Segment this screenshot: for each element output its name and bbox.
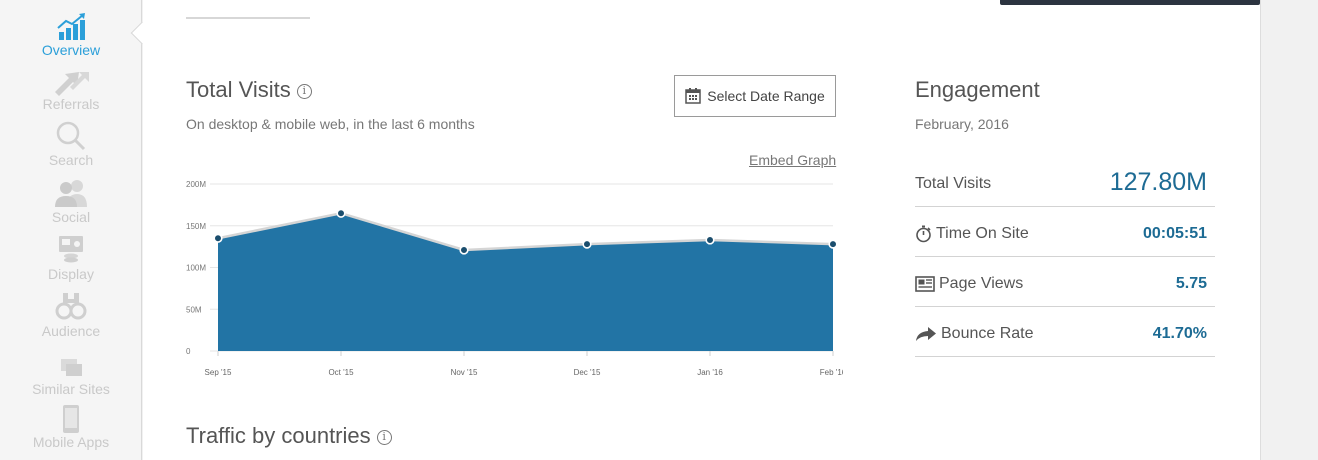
x-tick-label: Oct '15 bbox=[328, 368, 354, 377]
bar-chart-trend-icon bbox=[57, 13, 85, 40]
display-ad-icon bbox=[59, 236, 83, 263]
engagement-date: February, 2016 bbox=[915, 116, 1009, 132]
sidebar-item-label: Display bbox=[48, 266, 94, 282]
metric-value: 00:05:51 bbox=[1142, 225, 1207, 242]
total-visits-subtitle: On desktop & mobile web, in the last 6 m… bbox=[186, 116, 475, 132]
calendar-icon bbox=[685, 88, 701, 104]
data-point[interactable] bbox=[828, 239, 838, 249]
total-visits-title: Total Visits i bbox=[186, 77, 312, 103]
phone-icon bbox=[63, 405, 79, 433]
magnifier-icon bbox=[56, 121, 86, 151]
data-point[interactable] bbox=[336, 208, 346, 218]
sidebar-item-overview[interactable]: Overview bbox=[0, 12, 142, 58]
newspaper-icon bbox=[915, 276, 935, 292]
engagement-row-total-visits: Total Visits 127.80M bbox=[915, 157, 1215, 207]
metric-label: Page Views bbox=[939, 275, 1024, 292]
y-axis: 0 50M 100M 150M 200M bbox=[186, 180, 206, 356]
section-title: Traffic by countries bbox=[186, 423, 371, 448]
y-tick-label: 0 bbox=[186, 347, 191, 356]
metric-label: Time On Site bbox=[936, 225, 1029, 242]
engagement-row-time-on-site: Time On Site 00:05:51 bbox=[915, 207, 1215, 257]
sidebar-item-label: Mobile Apps bbox=[32, 434, 110, 450]
y-tick-label: 150M bbox=[186, 222, 206, 231]
traffic-by-countries-title: Traffic by countries i bbox=[186, 423, 392, 449]
select-date-range-label: Select Date Range bbox=[707, 88, 825, 104]
data-point[interactable] bbox=[705, 235, 715, 245]
sidebar-item-audience[interactable]: Audience bbox=[0, 291, 142, 339]
divider bbox=[186, 17, 310, 19]
x-tick-label: Jan '16 bbox=[697, 368, 723, 377]
sidebar-item-social[interactable]: Social bbox=[0, 177, 142, 225]
sidebar-item-display[interactable]: Display bbox=[0, 234, 142, 282]
engagement-row-page-views: Page Views 5.75 bbox=[915, 257, 1215, 307]
engagement-title: Engagement bbox=[915, 77, 1040, 102]
x-tick-label: Dec '15 bbox=[574, 368, 601, 377]
metric-label-wrap: Time On Site bbox=[915, 225, 1029, 243]
x-tick-label: Feb '16 bbox=[820, 368, 843, 377]
y-tick-label: 200M bbox=[186, 180, 206, 189]
embed-graph-link[interactable]: Embed Graph bbox=[749, 152, 836, 168]
data-point[interactable] bbox=[459, 245, 469, 255]
sidebar-item-label: Referrals bbox=[42, 96, 100, 112]
sidebar-nav: Overview Referrals Search Social Display… bbox=[0, 0, 142, 460]
sidebar-item-label: Audience bbox=[41, 323, 101, 339]
metric-value: 127.80M bbox=[1109, 168, 1207, 196]
metric-label: Total Visits bbox=[915, 175, 992, 192]
sidebar-item-label: Search bbox=[48, 152, 94, 168]
visits-area bbox=[218, 213, 833, 351]
stacked-windows-icon bbox=[61, 359, 82, 376]
y-tick-label: 50M bbox=[186, 305, 202, 314]
sidebar-item-label: Overview bbox=[41, 42, 101, 58]
sidebar-item-referrals[interactable]: Referrals bbox=[0, 70, 142, 112]
x-axis: Sep '15 Oct '15 Nov '15 Dec '15 Jan '16 Feb '… bbox=[205, 351, 843, 377]
section-title: Total Visits bbox=[186, 77, 291, 102]
binoculars-icon bbox=[55, 293, 87, 320]
info-icon[interactable]: i bbox=[296, 83, 312, 99]
metric-label: Bounce Rate bbox=[941, 325, 1034, 342]
sidebar-item-label: Similar Sites bbox=[32, 381, 110, 397]
main-content: Total Visits i On desktop & mobile web, i… bbox=[143, 0, 1260, 460]
dropdown-panel-edge bbox=[1000, 0, 1260, 5]
sidebar-item-mobile-apps[interactable]: Mobile Apps bbox=[0, 404, 142, 450]
metric-label-wrap: Bounce Rate bbox=[915, 325, 1034, 343]
info-icon[interactable]: i bbox=[376, 429, 392, 445]
data-point[interactable] bbox=[582, 239, 592, 249]
x-tick-label: Sep '15 bbox=[205, 368, 232, 377]
metric-value: 41.70% bbox=[1152, 325, 1207, 342]
total-visits-chart: 0 50M 100M 150M 200M Sep '15 Oct '15 Nov '15 De… bbox=[186, 180, 843, 377]
right-gutter bbox=[1260, 0, 1318, 460]
sidebar-item-label: Social bbox=[51, 209, 91, 225]
x-tick-label: Nov '15 bbox=[451, 368, 478, 377]
engagement-row-bounce-rate: Bounce Rate 41.70% bbox=[915, 307, 1215, 357]
share-arrow-icon bbox=[916, 327, 936, 341]
y-tick-label: 100M bbox=[186, 264, 206, 273]
metric-label-wrap: Page Views bbox=[915, 275, 1023, 293]
people-icon bbox=[55, 180, 87, 207]
arrows-icon bbox=[55, 72, 89, 96]
sidebar-item-similar-sites[interactable]: Similar Sites bbox=[0, 355, 142, 397]
select-date-range-button[interactable]: Select Date Range bbox=[674, 75, 836, 117]
metric-value: 5.75 bbox=[1175, 275, 1207, 292]
data-point[interactable] bbox=[213, 233, 223, 243]
sidebar-item-search[interactable]: Search bbox=[0, 120, 142, 168]
stopwatch-icon bbox=[916, 225, 931, 243]
